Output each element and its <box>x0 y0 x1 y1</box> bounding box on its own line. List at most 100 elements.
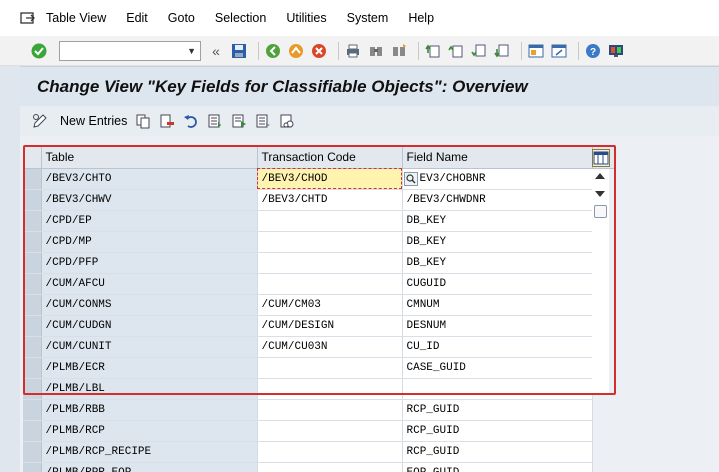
back-icon[interactable] <box>264 42 282 60</box>
field-name-input[interactable]: CMNUM <box>402 294 593 316</box>
field-name-input[interactable]: /BEV3/CHWDNR <box>402 189 593 211</box>
transaction-code-input[interactable] <box>257 210 403 232</box>
toolbar-separator <box>418 41 419 60</box>
column-header-table[interactable]: Table <box>41 147 258 169</box>
row-selector[interactable] <box>23 462 42 472</box>
transaction-code-input[interactable] <box>257 252 403 274</box>
table-cell: /PLMB/RCP <box>41 420 258 442</box>
double-chevron-left-icon[interactable]: « <box>207 42 225 60</box>
select-all-icon[interactable] <box>207 113 223 129</box>
table-cell: /CPD/EP <box>41 210 258 232</box>
field-name-input[interactable] <box>402 378 593 400</box>
transaction-code-input[interactable]: /BEV3/CHOD <box>257 168 403 190</box>
menu-help[interactable]: Help <box>408 11 434 25</box>
customize-layout-icon[interactable] <box>607 42 625 60</box>
table-cell: /CUM/CUDGN <box>41 315 258 337</box>
transaction-code-input[interactable] <box>257 420 403 442</box>
menu-bar: Table View Edit Goto Selection Utilities… <box>0 0 719 36</box>
field-name-input[interactable]: EV3/CHOBNR <box>402 168 593 190</box>
first-page-icon[interactable] <box>424 42 442 60</box>
transaction-code-input[interactable] <box>257 273 403 295</box>
field-name-input[interactable]: EOP_GUID <box>402 462 593 472</box>
display-change-icon[interactable] <box>32 113 48 129</box>
field-name-input[interactable]: RCP_GUID <box>402 399 593 421</box>
row-selector[interactable] <box>23 336 42 358</box>
transaction-code-input[interactable]: /BEV3/CHTD <box>257 189 403 211</box>
field-name-input[interactable]: DB_KEY <box>402 210 593 232</box>
undo-icon[interactable] <box>183 113 199 129</box>
table-row: /BEV3/CHWV /BEV3/CHTD /BEV3/CHWDNR <box>23 189 615 211</box>
field-name-input[interactable]: RCP_GUID <box>402 420 593 442</box>
row-selector[interactable] <box>23 399 42 421</box>
system-menu-icon[interactable] <box>20 11 36 25</box>
cancel-icon[interactable] <box>310 42 328 60</box>
table-cell: /BEV3/CHWV <box>41 189 258 211</box>
row-selector[interactable] <box>23 420 42 442</box>
table-settings-icon[interactable] <box>592 149 610 167</box>
row-selector[interactable] <box>23 231 42 253</box>
field-name-input[interactable]: CU_ID <box>402 336 593 358</box>
transaction-code-input[interactable] <box>257 357 403 379</box>
value-help-search-icon[interactable] <box>403 171 418 186</box>
new-entries-button[interactable]: New Entries <box>60 114 127 128</box>
row-selector[interactable] <box>23 273 42 295</box>
row-selector[interactable] <box>23 357 42 379</box>
row-selector[interactable] <box>23 378 42 400</box>
find-icon[interactable] <box>367 42 385 60</box>
shortcut-icon[interactable] <box>550 42 568 60</box>
field-name-input[interactable]: DB_KEY <box>402 231 593 253</box>
scroll-down-icon[interactable] <box>595 191 605 197</box>
last-page-icon[interactable] <box>493 42 511 60</box>
row-selector[interactable] <box>23 315 42 337</box>
column-header-field-name[interactable]: Field Name <box>402 147 593 169</box>
exit-icon[interactable] <box>287 42 305 60</box>
copy-as-icon[interactable] <box>135 113 151 129</box>
find-next-icon[interactable] <box>390 42 408 60</box>
vertical-scrollbar[interactable] <box>592 169 609 395</box>
menu-table-view[interactable]: Table View <box>46 11 106 25</box>
transaction-code-input[interactable] <box>257 378 403 400</box>
select-block-icon[interactable] <box>231 113 247 129</box>
menu-goto[interactable]: Goto <box>168 11 195 25</box>
table-cell: /PLMB/LBL <box>41 378 258 400</box>
field-name-input[interactable]: DB_KEY <box>402 252 593 274</box>
scroll-up-icon[interactable] <box>595 173 605 179</box>
field-name-input[interactable]: RCP_GUID <box>402 441 593 463</box>
delete-icon[interactable] <box>159 113 175 129</box>
menu-system[interactable]: System <box>347 11 389 25</box>
help-icon[interactable]: ? <box>584 42 602 60</box>
field-details-icon[interactable] <box>279 113 295 129</box>
transaction-code-input[interactable] <box>257 462 403 472</box>
column-header-transaction-code[interactable]: Transaction Code <box>257 147 403 169</box>
transaction-code-input[interactable] <box>257 441 403 463</box>
menu-edit[interactable]: Edit <box>126 11 148 25</box>
transaction-code-input[interactable]: /CUM/CM03 <box>257 294 403 316</box>
row-selector[interactable] <box>23 168 42 190</box>
transaction-code-input[interactable]: /CUM/CU03N <box>257 336 403 358</box>
new-session-icon[interactable] <box>527 42 545 60</box>
transaction-code-input[interactable] <box>257 231 403 253</box>
menu-utilities[interactable]: Utilities <box>286 11 326 25</box>
next-page-icon[interactable] <box>470 42 488 60</box>
previous-page-icon[interactable] <box>447 42 465 60</box>
print-icon[interactable] <box>344 42 362 60</box>
transaction-code-input[interactable] <box>257 399 403 421</box>
transaction-code-input[interactable]: /CUM/DESIGN <box>257 315 403 337</box>
chevron-down-icon[interactable]: ▼ <box>187 46 196 56</box>
field-name-input[interactable]: CASE_GUID <box>402 357 593 379</box>
row-selector[interactable] <box>23 441 42 463</box>
field-name-input[interactable]: CUGUID <box>402 273 593 295</box>
command-field[interactable]: ▼ <box>59 40 201 61</box>
scroll-thumb[interactable] <box>594 205 607 218</box>
select-all-cell[interactable] <box>23 147 42 169</box>
field-name-input[interactable]: DESNUM <box>402 315 593 337</box>
deselect-all-icon[interactable] <box>255 113 271 129</box>
row-selector[interactable] <box>23 294 42 316</box>
menu-selection[interactable]: Selection <box>215 11 266 25</box>
save-icon[interactable] <box>230 42 248 60</box>
row-selector[interactable] <box>23 189 42 211</box>
enter-icon[interactable] <box>30 42 48 60</box>
row-selector[interactable] <box>23 252 42 274</box>
table-cell: /CUM/AFCU <box>41 273 258 295</box>
row-selector[interactable] <box>23 210 42 232</box>
